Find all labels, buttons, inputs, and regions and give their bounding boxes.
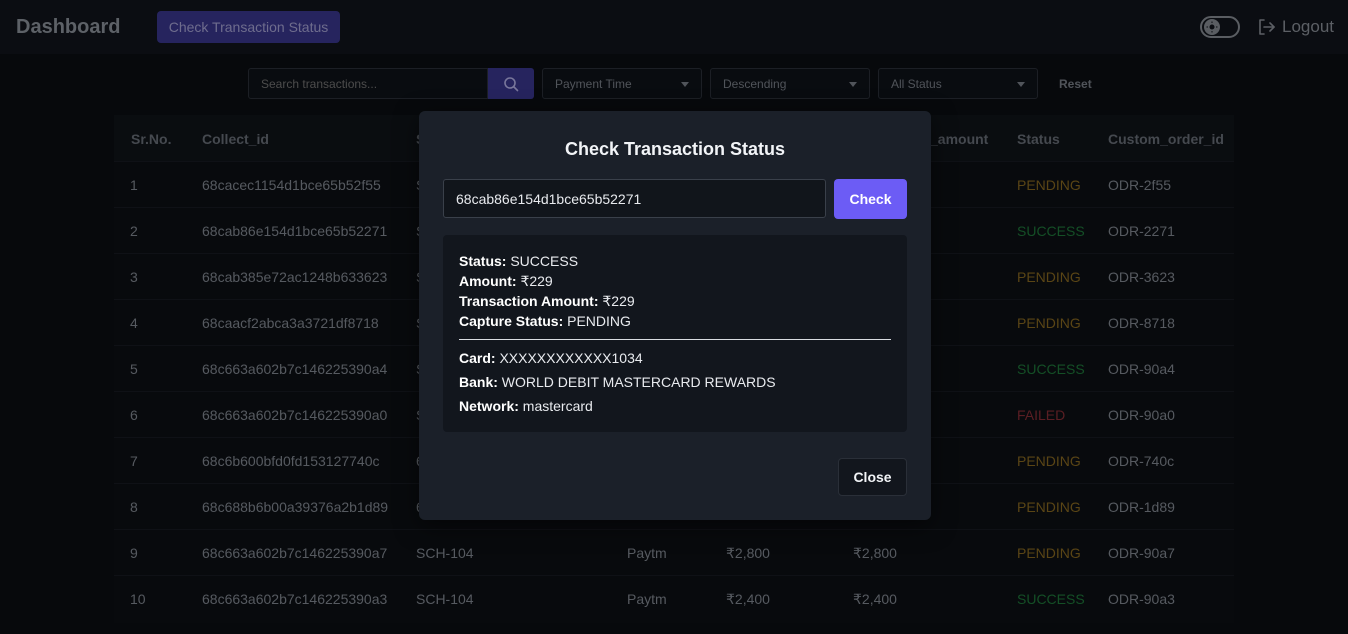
status-result-panel: Status: SUCCESS Amount: ₹229 Transaction… <box>443 235 907 432</box>
check-status-modal: Check Transaction Status Check Status: S… <box>419 111 931 520</box>
result-capture-status: Capture Status: PENDING <box>459 313 631 329</box>
result-transaction-amount: Transaction Amount: ₹229 <box>459 293 635 309</box>
result-bank: Bank: WORLD DEBIT MASTERCARD REWARDS <box>459 374 776 390</box>
result-network: Network: mastercard <box>459 398 593 414</box>
result-amount: Amount: ₹229 <box>459 273 553 289</box>
close-button[interactable]: Close <box>838 458 907 496</box>
result-status: Status: SUCCESS <box>459 253 579 269</box>
divider <box>459 339 891 340</box>
modal-title: Check Transaction Status <box>564 139 786 159</box>
collect-id-input[interactable] <box>443 179 826 218</box>
result-card: Card: XXXXXXXXXXXX1034 <box>459 350 643 366</box>
check-button[interactable]: Check <box>834 179 907 219</box>
